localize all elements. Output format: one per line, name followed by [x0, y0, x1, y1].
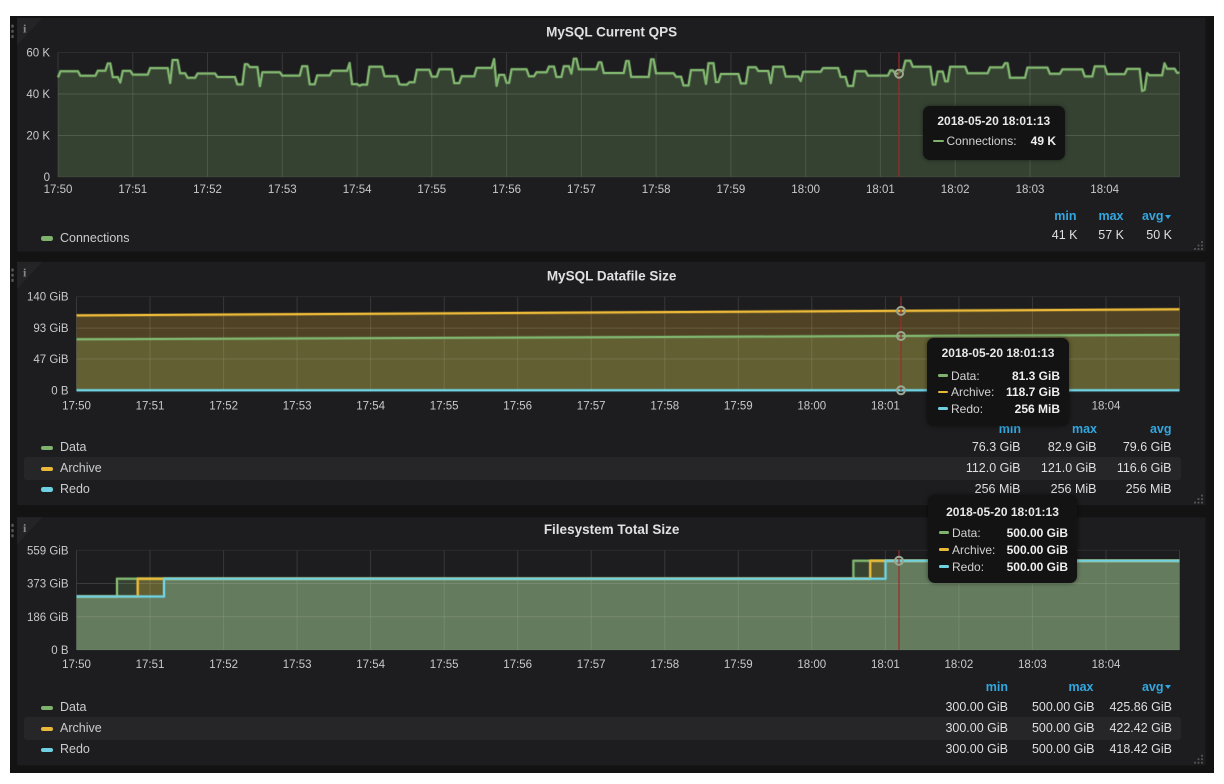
svg-text:18:03: 18:03 [1018, 659, 1047, 671]
svg-text:18:01: 18:01 [866, 184, 895, 196]
svg-text:40 K: 40 K [26, 89, 50, 101]
svg-text:17:57: 17:57 [577, 659, 606, 671]
svg-text:17:53: 17:53 [268, 184, 297, 196]
svg-text:140 GiB: 140 GiB [27, 292, 69, 304]
svg-text:17:54: 17:54 [356, 659, 385, 671]
svg-text:MySQL Current QPS: MySQL Current QPS [546, 25, 677, 40]
svg-text:17:53: 17:53 [283, 659, 312, 671]
svg-text:17:59: 17:59 [717, 184, 746, 196]
svg-text:17:58: 17:58 [650, 659, 679, 671]
svg-text:18:00: 18:00 [797, 401, 826, 413]
svg-text:373 GiB: 373 GiB [27, 579, 69, 591]
svg-text:17:50: 17:50 [44, 184, 73, 196]
svg-text:17:55: 17:55 [430, 659, 459, 671]
svg-text:Filesystem Total Size: Filesystem Total Size [544, 522, 680, 537]
svg-text:MySQL Datafile Size: MySQL Datafile Size [547, 269, 677, 284]
svg-text:17:59: 17:59 [724, 659, 753, 671]
svg-text:0: 0 [44, 172, 50, 184]
svg-text:93 GiB: 93 GiB [33, 323, 68, 335]
svg-text:18:03: 18:03 [1016, 184, 1045, 196]
svg-text:17:50: 17:50 [62, 659, 91, 671]
svg-text:47 GiB: 47 GiB [33, 354, 68, 366]
svg-text:17:58: 17:58 [642, 184, 671, 196]
svg-text:17:54: 17:54 [343, 184, 372, 196]
svg-text:17:56: 17:56 [503, 401, 532, 413]
svg-text:17:55: 17:55 [417, 184, 446, 196]
svg-text:17:50: 17:50 [62, 401, 91, 413]
svg-text:18:04: 18:04 [1092, 401, 1121, 413]
svg-text:17:51: 17:51 [118, 184, 147, 196]
svg-text:18:00: 18:00 [791, 184, 820, 196]
svg-text:17:51: 17:51 [136, 659, 165, 671]
svg-text:17:52: 17:52 [209, 659, 238, 671]
svg-text:0 B: 0 B [51, 645, 69, 657]
svg-text:17:52: 17:52 [209, 401, 238, 413]
svg-text:17:51: 17:51 [136, 401, 165, 413]
svg-text:18:01: 18:01 [871, 659, 900, 671]
svg-text:17:59: 17:59 [724, 401, 753, 413]
svg-text:186 GiB: 186 GiB [27, 612, 69, 624]
svg-text:17:53: 17:53 [283, 401, 312, 413]
svg-text:17:57: 17:57 [567, 184, 596, 196]
svg-text:0 B: 0 B [51, 386, 69, 398]
svg-text:60 K: 60 K [26, 48, 50, 60]
svg-text:17:52: 17:52 [193, 184, 222, 196]
svg-text:20 K: 20 K [26, 131, 50, 143]
svg-text:17:56: 17:56 [492, 184, 521, 196]
svg-text:17:56: 17:56 [503, 659, 532, 671]
svg-text:18:02: 18:02 [941, 184, 970, 196]
svg-text:17:58: 17:58 [650, 401, 679, 413]
svg-text:17:57: 17:57 [577, 401, 606, 413]
svg-text:18:00: 18:00 [797, 659, 826, 671]
svg-text:18:02: 18:02 [945, 659, 974, 671]
svg-text:18:01: 18:01 [871, 401, 900, 413]
svg-text:18:04: 18:04 [1090, 184, 1119, 196]
svg-text:17:54: 17:54 [356, 401, 385, 413]
svg-text:17:55: 17:55 [430, 401, 459, 413]
svg-text:18:04: 18:04 [1092, 659, 1121, 671]
svg-text:559 GiB: 559 GiB [27, 545, 69, 557]
